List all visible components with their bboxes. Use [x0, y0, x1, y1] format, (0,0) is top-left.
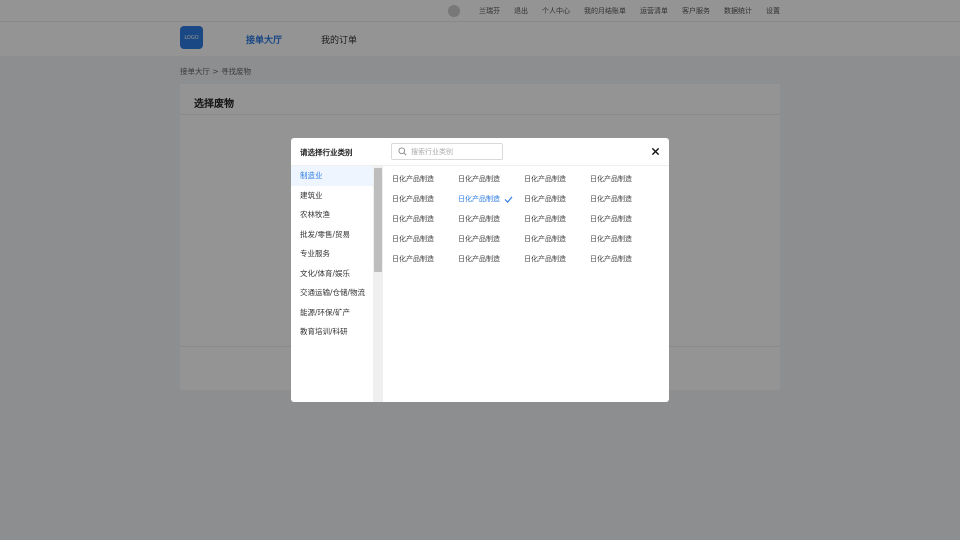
subcategory-item[interactable]: 日化产品制造	[590, 209, 656, 229]
subcategory-label: 日化产品制造	[590, 195, 632, 203]
subcategory-label: 日化产品制造	[392, 215, 434, 223]
subcategory-item[interactable]: 日化产品制造	[392, 209, 458, 229]
modal-title: 请选择行业类别	[300, 148, 353, 157]
category-item[interactable]: 制造业	[291, 166, 373, 186]
subcategory-item[interactable]: 日化产品制造	[458, 189, 524, 209]
subcategory-grid: 日化产品制造 日化产品制造 日化产品制造 日化产品制造 日化产品制造 日化产品制造 日化产品…	[392, 169, 662, 269]
subcategory-item[interactable]: 日化产品制造	[392, 189, 458, 209]
subcategory-item[interactable]: 日化产品制造	[458, 209, 524, 229]
search-input[interactable]	[411, 147, 501, 156]
subcategory-label: 日化产品制造	[590, 175, 632, 183]
subcategory-item[interactable]: 日化产品制造	[458, 229, 524, 249]
subcategory-label: 日化产品制造	[458, 195, 500, 203]
subcategory-label: 日化产品制造	[524, 195, 566, 203]
subcategory-item[interactable]: 日化产品制造	[590, 249, 656, 269]
subcategory-item[interactable]: 日化产品制造	[392, 169, 458, 189]
subcategory-item[interactable]: 日化产品制造	[524, 189, 590, 209]
category-item[interactable]: 批发/零售/贸易	[291, 225, 373, 245]
subcategory-item[interactable]: 日化产品制造	[524, 209, 590, 229]
category-item[interactable]: 交通运输/仓储/物流	[291, 283, 373, 303]
subcategory-label: 日化产品制造	[524, 175, 566, 183]
close-icon[interactable]	[651, 147, 660, 156]
industry-modal: 请选择行业类别 制造业建筑业农林牧渔批发/零售/贸易专业服务文化/体育/娱乐交通…	[291, 138, 669, 402]
subcategory-item[interactable]: 日化产品制造	[590, 169, 656, 189]
subcategory-item[interactable]: 日化产品制造	[392, 229, 458, 249]
category-item[interactable]: 教育培训/科研	[291, 322, 373, 342]
category-item[interactable]: 农林牧渔	[291, 205, 373, 225]
subcategory-label: 日化产品制造	[458, 255, 500, 263]
subcategory-item[interactable]: 日化产品制造	[392, 249, 458, 269]
subcategory-label: 日化产品制造	[458, 235, 500, 243]
subcategory-label: 日化产品制造	[392, 255, 434, 263]
checkmark-icon	[504, 196, 513, 203]
subcategory-label: 日化产品制造	[458, 175, 500, 183]
category-list: 制造业 建筑业 农林牧渔 批发/零售/贸易 专业服务 文化/体育/娱乐 交通运输/仓储/物流…	[291, 166, 373, 402]
subcategory-label: 日化产品制造	[524, 235, 566, 243]
subcategory-label: 日化产品制造	[524, 255, 566, 263]
scrollbar-track[interactable]	[373, 166, 383, 402]
subcategory-item[interactable]: 日化产品制造	[524, 169, 590, 189]
subcategory-label: 日化产品制造	[590, 215, 632, 223]
category-item[interactable]: 专业服务	[291, 244, 373, 264]
subcategory-item[interactable]: 日化产品制造	[524, 249, 590, 269]
subcategory-label: 日化产品制造	[392, 235, 434, 243]
subcategory-label: 日化产品制造	[392, 175, 434, 183]
search-icon	[398, 147, 407, 156]
subcategory-label: 日化产品制造	[590, 235, 632, 243]
subcategory-label: 日化产品制造	[590, 255, 632, 263]
subcategory-item[interactable]: 日化产品制造	[458, 249, 524, 269]
subcategory-label: 日化产品制造	[524, 215, 566, 223]
subcategory-item[interactable]: 日化产品制造	[524, 229, 590, 249]
category-item[interactable]: 文化/体育/娱乐	[291, 264, 373, 284]
subcategory-label: 日化产品制造	[392, 195, 434, 203]
subcategory-item[interactable]: 日化产品制造	[590, 189, 656, 209]
category-item[interactable]: 能源/环保/矿产	[291, 303, 373, 323]
subcategory-item[interactable]: 日化产品制造	[590, 229, 656, 249]
scrollbar-thumb[interactable]	[374, 168, 382, 272]
search-box[interactable]	[391, 143, 503, 160]
subcategory-label: 日化产品制造	[458, 215, 500, 223]
category-item[interactable]: 建筑业	[291, 186, 373, 206]
subcategory-item[interactable]: 日化产品制造	[458, 169, 524, 189]
